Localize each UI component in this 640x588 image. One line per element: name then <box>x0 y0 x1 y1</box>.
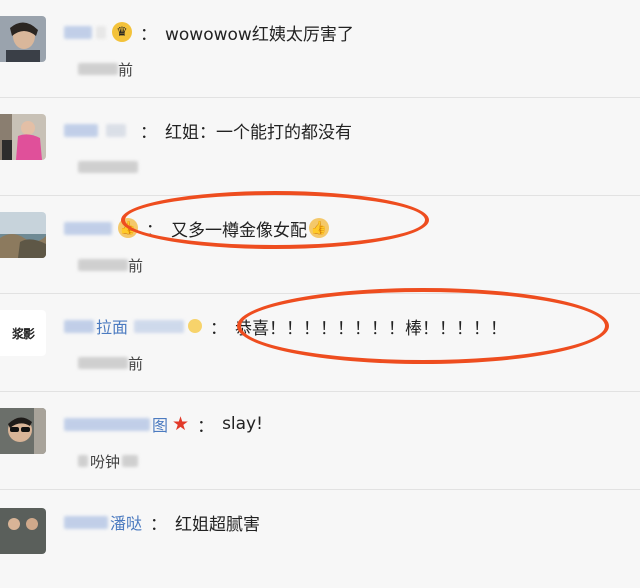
timestamp: 前 <box>78 354 143 373</box>
thumbs-up-emoji-icon: 👍 <box>118 218 138 238</box>
thumbs-up-emoji-icon: 👍 <box>309 218 329 238</box>
avatar[interactable]: 浆影 <box>0 310 46 356</box>
comment-text: 红姐超腻害 <box>175 514 261 535</box>
crown-face-emoji-icon: ♛ <box>112 22 132 42</box>
username[interactable]: 图 ★ ： slay! <box>64 413 263 437</box>
comment-row-5: 图 ★ ： slay! 吩钟 <box>0 392 640 490</box>
avatar[interactable] <box>0 114 46 160</box>
timestamp: 吩钟 <box>78 452 139 471</box>
comment-text: slay! <box>222 414 263 434</box>
comment-text: 红姐：一个能打的都没有 <box>165 122 352 143</box>
avatar[interactable] <box>0 16 46 62</box>
username-visible: 图 <box>152 416 169 435</box>
avatar[interactable] <box>0 508 46 554</box>
username-visible: 潘哒 <box>110 514 143 533</box>
avatar[interactable] <box>0 212 46 258</box>
timestamp <box>78 158 138 176</box>
comment-row-4: 浆影 拉面 ： 恭喜！！！！！！！！棒！！！！！ 前 <box>0 294 640 392</box>
avatar-logo-text: 浆影 <box>11 326 35 341</box>
comment-row-6: 潘哒 ： 红姐超腻害 <box>0 490 640 588</box>
username[interactable]: 潘哒 ： 红姐超腻害 <box>64 512 261 535</box>
comment-text: 又多一樽金像女配 <box>171 220 307 241</box>
comment-text: 恭喜！！！！！！！！棒！！！！！ <box>235 318 508 339</box>
username[interactable]: 👍 ： 又多一樽金像女配 👍 <box>64 218 329 241</box>
timestamp: 前 <box>78 256 143 275</box>
username[interactable]: ♛ ： wowowow红姨太厉害了 <box>64 22 354 45</box>
comment-row-1: ♛ ： wowowow红姨太厉害了 前 <box>0 0 640 98</box>
comment-text: wowowow红姨太厉害了 <box>165 24 354 45</box>
comment-row-3: 👍 ： 又多一樽金像女配 👍 前 <box>0 196 640 294</box>
username[interactable]: ： 红姐：一个能打的都没有 <box>64 120 352 143</box>
comment-row-2: ： 红姐：一个能打的都没有 <box>0 98 640 196</box>
smile-emoji-icon <box>188 319 203 333</box>
timestamp: 前 <box>78 60 133 79</box>
avatar[interactable] <box>0 408 46 454</box>
red-star-icon: ★ <box>172 413 190 435</box>
username-visible: 拉面 <box>96 318 129 337</box>
username[interactable]: 拉面 ： 恭喜！！！！！！！！棒！！！！！ <box>64 316 508 339</box>
